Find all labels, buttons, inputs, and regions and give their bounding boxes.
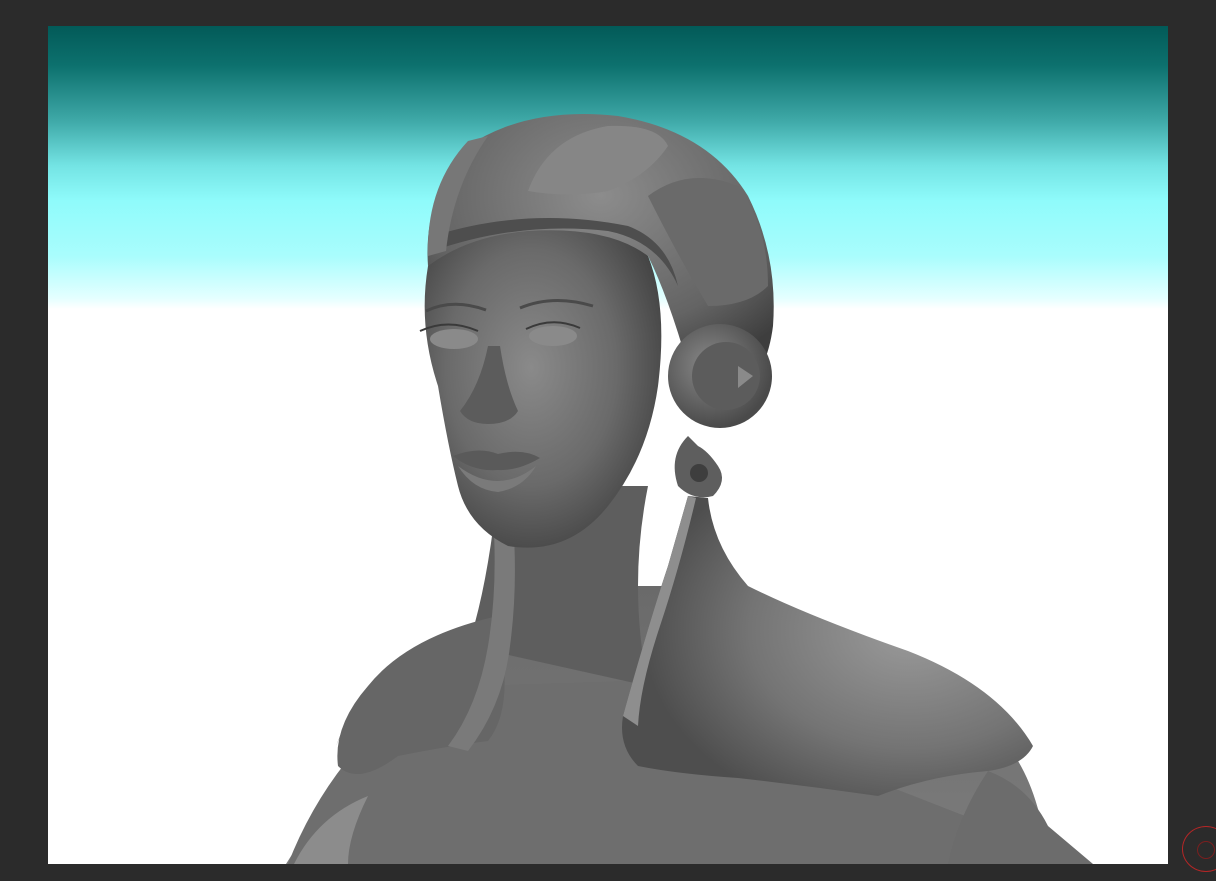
3d-viewport-canvas[interactable] xyxy=(48,26,1168,864)
sculpted-bust-model xyxy=(286,114,1093,864)
right-eye xyxy=(529,326,577,346)
orbit-gizmo-icon[interactable] xyxy=(1182,826,1216,872)
ear-hook-hole xyxy=(690,464,708,482)
orbit-gizmo-center xyxy=(1197,841,1215,859)
left-eye xyxy=(430,329,478,349)
sculpting-app-window xyxy=(0,0,1216,881)
